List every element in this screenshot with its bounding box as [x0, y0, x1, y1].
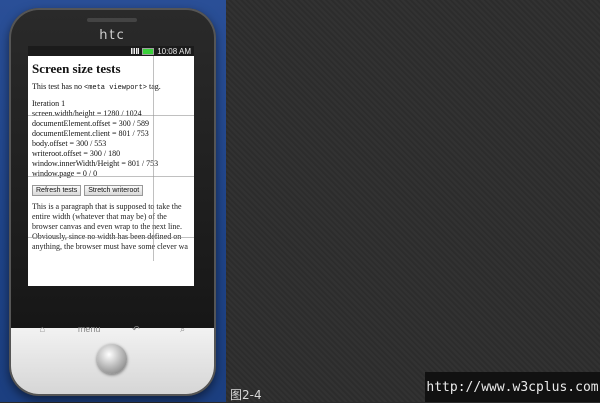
results-list: Iteration 1 screen.width/height = 1280 /… [32, 99, 190, 179]
brand-logo: htc [99, 28, 126, 43]
search-icon[interactable]: ⌕ [168, 322, 198, 336]
page-title: Screen size tests [32, 61, 121, 76]
refresh-tests-button[interactable]: Refresh tests [32, 185, 82, 196]
grid-line-vertical [153, 56, 154, 261]
stretch-writeroot-button[interactable]: Stretch writeroot [84, 185, 144, 196]
home-icon[interactable]: ⌂ [27, 322, 57, 336]
result-line: documentElement.client = 801 / 753 [32, 129, 149, 138]
phone-screen: 10:08 AM Screen size tests This test has… [28, 46, 194, 286]
grid-line-horizontal [28, 237, 194, 238]
earpiece-speaker [87, 18, 137, 22]
button-row: Refresh tests Stretch writeroot [32, 185, 190, 196]
result-line: window.innerWidth/Height = 801 / 753 [32, 159, 159, 168]
figure-caption: 图2-4 [230, 388, 262, 402]
dark-background [226, 0, 600, 402]
status-bar: 10:08 AM [28, 46, 194, 56]
result-line: documentElement.offset = 300 / 589 [32, 119, 150, 128]
trackball-button[interactable] [97, 344, 127, 374]
result-line: screen.width/height = 1280 / 1024 [32, 109, 142, 118]
menu-key[interactable]: menu [74, 322, 104, 336]
back-icon[interactable]: ↶ [121, 322, 151, 336]
result-line: window.page = 0 / 0 [32, 169, 98, 178]
signal-icon [131, 48, 140, 54]
paragraph-text: This is a paragraph that is supposed to … [32, 202, 188, 251]
hardware-nav-bar: ⌂ menu ↶ ⌕ [19, 320, 206, 338]
intro-text: This test has no <meta viewport> tag. [32, 82, 161, 92]
grid-line-horizontal [28, 115, 194, 116]
battery-icon [142, 47, 155, 55]
grid-line-horizontal [28, 176, 194, 177]
web-page: Screen size tests This test has no <meta… [28, 56, 194, 261]
iteration-label: Iteration 1 [32, 99, 66, 108]
url-watermark: http://www.w3cplus.com [425, 372, 600, 402]
result-line: body.offset = 300 / 553 [32, 139, 107, 148]
result-line: writeroot.offset = 300 / 180 [32, 149, 121, 158]
status-time: 10:08 AM [157, 46, 191, 56]
